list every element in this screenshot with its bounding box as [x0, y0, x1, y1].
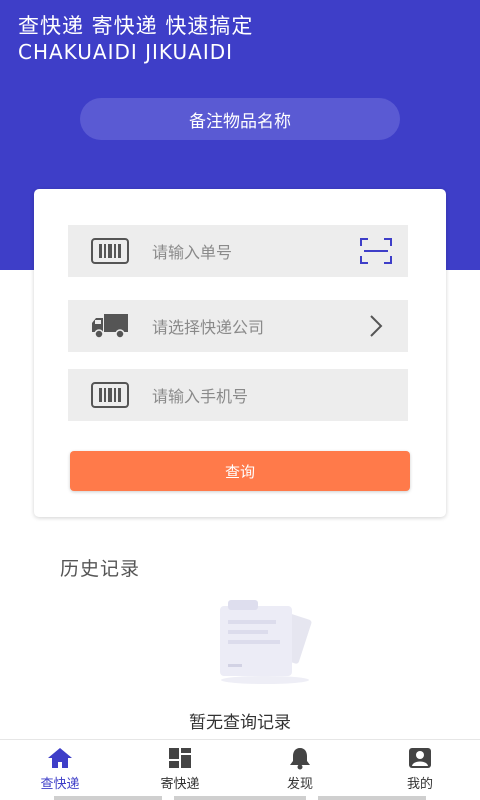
barcode-icon	[68, 225, 152, 277]
bottom-tab-bar: 查快递 寄快递 发现 我的	[0, 739, 480, 800]
tracking-number-input[interactable]: 请输入单号	[152, 239, 232, 263]
history-title: 历史记录	[60, 558, 141, 580]
tab-mine[interactable]: 我的	[360, 740, 480, 796]
query-card: 请输入单号 请选择快递公司 请输入手机号 查询	[34, 189, 446, 517]
empty-history-text: 暂无查询记录	[189, 713, 291, 733]
phone-number-input[interactable]: 请输入手机号	[152, 383, 248, 407]
profile-icon	[407, 746, 433, 770]
chevron-right-icon	[360, 312, 392, 340]
tab-label: 我的	[406, 777, 433, 792]
nav-indicator	[174, 796, 306, 800]
phone-number-field[interactable]: 请输入手机号	[68, 369, 408, 421]
tab-label: 寄快递	[160, 777, 200, 792]
empty-document-icon	[210, 600, 320, 685]
remark-item-name-button[interactable]: 备注物品名称	[80, 98, 400, 140]
truck-icon	[68, 300, 152, 352]
slogan-en: CHAKUAIDI JIKUAIDI	[18, 40, 234, 64]
barcode-icon	[68, 369, 152, 421]
nav-indicator	[318, 796, 426, 800]
grid-icon	[167, 746, 193, 770]
tab-discover[interactable]: 发现	[240, 740, 360, 796]
bell-icon	[287, 746, 313, 770]
courier-company-field[interactable]: 请选择快递公司	[68, 300, 408, 352]
nav-indicator	[54, 796, 162, 800]
courier-company-select[interactable]: 请选择快递公司	[152, 314, 264, 338]
slogan: 查快递 寄快递 快速搞定	[18, 14, 254, 38]
scan-icon[interactable]	[360, 237, 392, 265]
tab-send[interactable]: 寄快递	[120, 740, 240, 796]
tab-label: 查快递	[40, 777, 80, 792]
tracking-number-field[interactable]: 请输入单号	[68, 225, 408, 277]
tab-query[interactable]: 查快递	[0, 740, 120, 796]
home-icon	[47, 746, 73, 770]
tab-label: 发现	[286, 777, 313, 792]
query-button[interactable]: 查询	[70, 451, 410, 491]
